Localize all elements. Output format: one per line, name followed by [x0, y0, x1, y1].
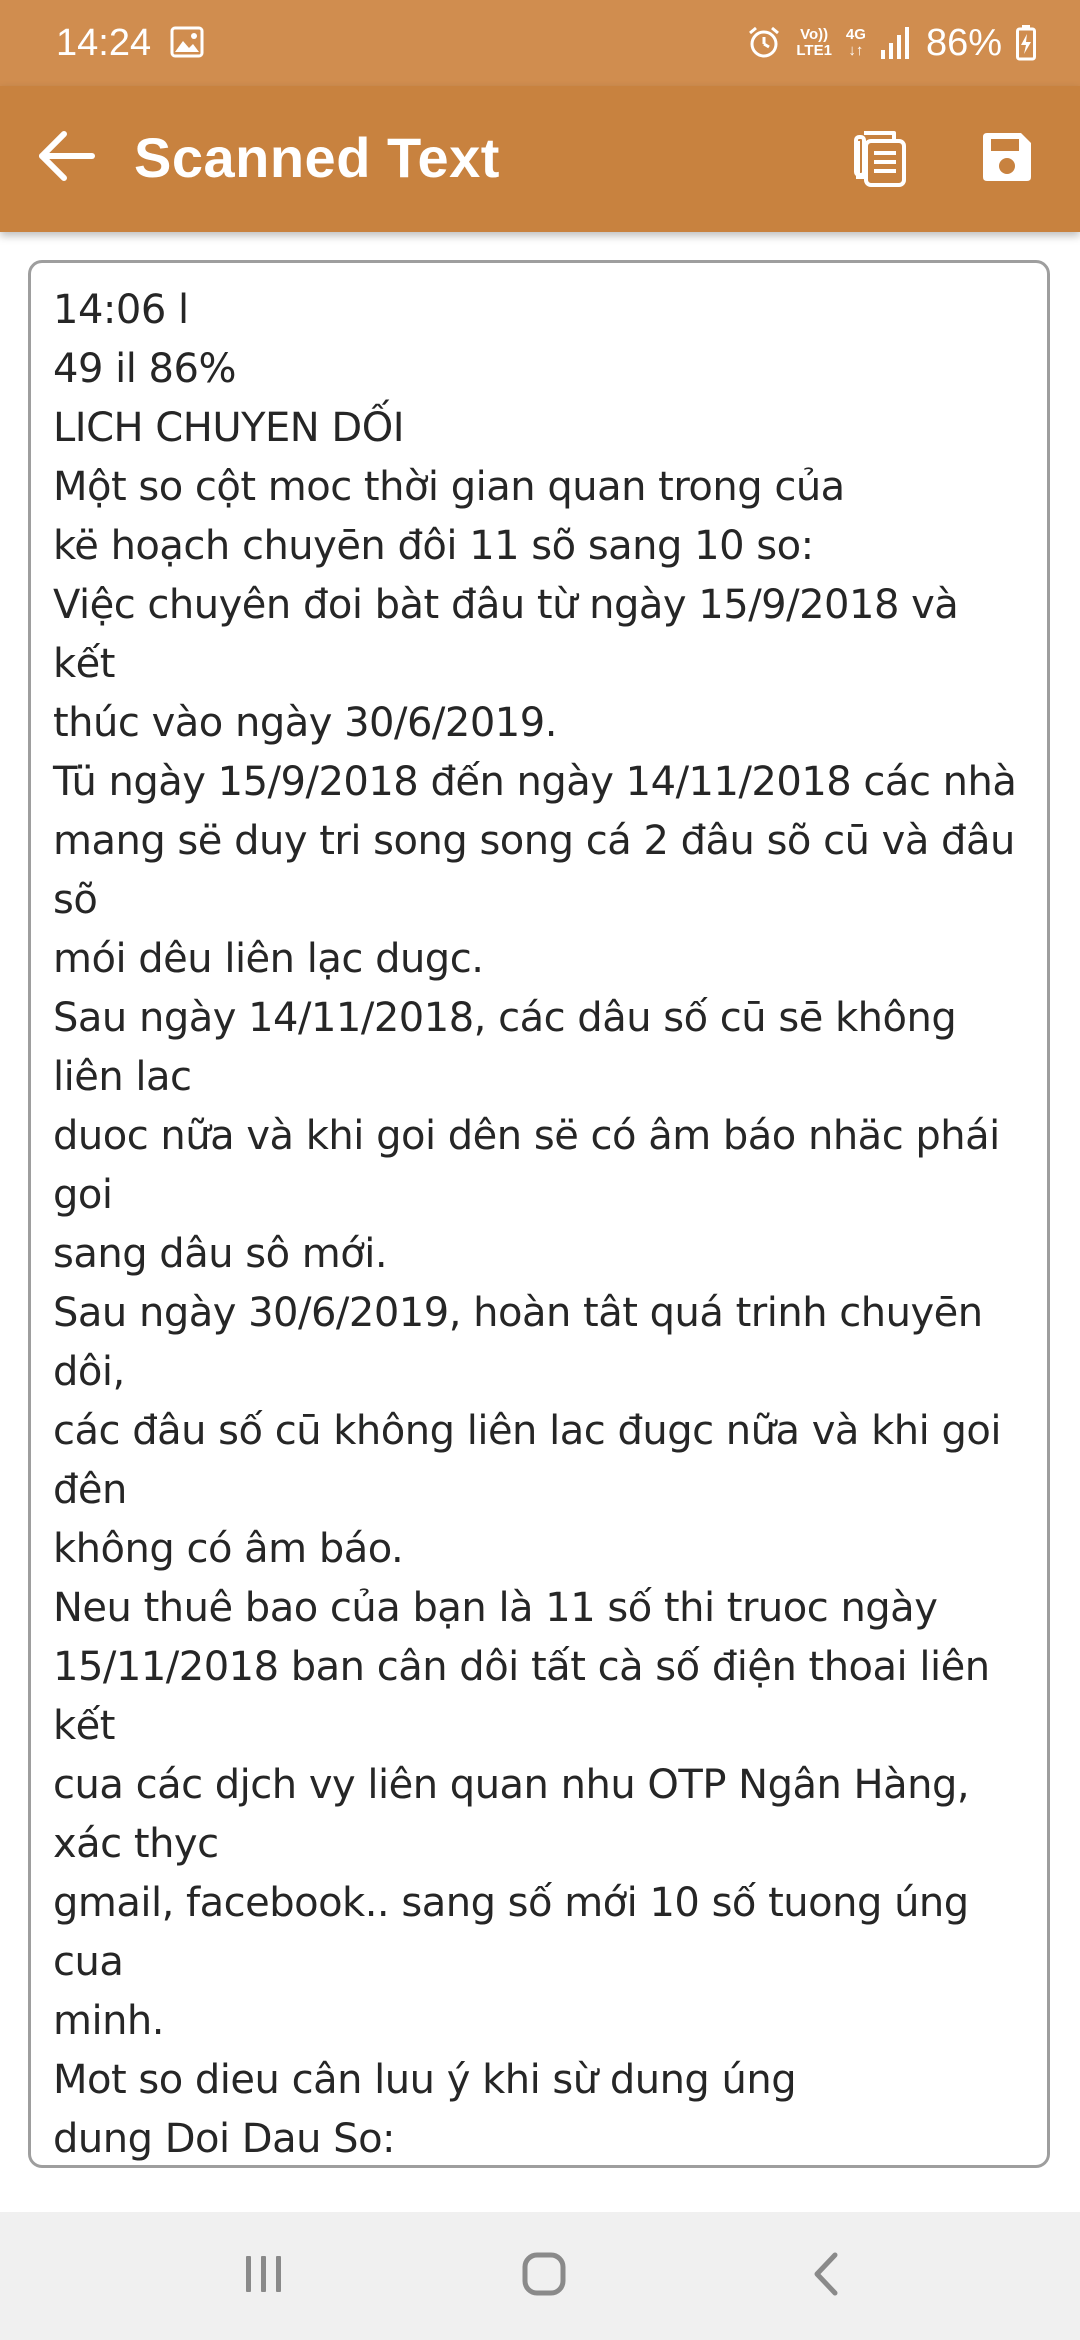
- signal-icon: [880, 26, 912, 60]
- scanned-text-area[interactable]: 14:06 l 49 il 86% LICH CHUYEN DỐI Một so…: [28, 260, 1050, 2168]
- save-button[interactable]: [972, 124, 1042, 194]
- status-icons: Vo)) LTE1 4G ↓↑ 86%: [746, 18, 1036, 68]
- status-time: 14:24: [56, 22, 152, 64]
- nav-back-button[interactable]: [776, 2236, 876, 2316]
- 4g-icon: 4G ↓↑: [846, 27, 866, 59]
- network-label: 4G: [845, 26, 866, 43]
- save-icon: [979, 129, 1035, 190]
- app-bar: Scanned Text: [0, 86, 1080, 232]
- page-title: Scanned Text: [134, 126, 500, 189]
- back-button[interactable]: [26, 118, 106, 198]
- recents-icon: [242, 2254, 286, 2299]
- alarm-icon: [746, 25, 782, 61]
- recents-button[interactable]: [214, 2236, 314, 2316]
- home-button[interactable]: [494, 2236, 594, 2316]
- scanned-text[interactable]: 14:06 l 49 il 86% LICH CHUYEN DỐI Một so…: [53, 281, 1047, 2165]
- back-arrow-icon: [36, 130, 96, 187]
- copy-button[interactable]: [846, 124, 916, 194]
- battery-charging-icon: [1016, 25, 1036, 61]
- data-arrows: ↓↑: [848, 42, 864, 59]
- navigation-bar: [0, 2212, 1080, 2340]
- gallery-icon: [170, 26, 204, 58]
- back-icon: [811, 2251, 841, 2302]
- home-icon: [521, 2251, 567, 2302]
- status-bar: 14:24 Vo)) LTE1 4G ↓↑ 86%: [0, 0, 1080, 86]
- battery-percent: 86%: [925, 21, 1002, 64]
- volte-label: Vo)): [800, 26, 829, 43]
- lte-label: LTE1: [796, 42, 832, 59]
- volte-icon: Vo)) LTE1: [796, 27, 832, 59]
- copy-icon: [854, 127, 908, 192]
